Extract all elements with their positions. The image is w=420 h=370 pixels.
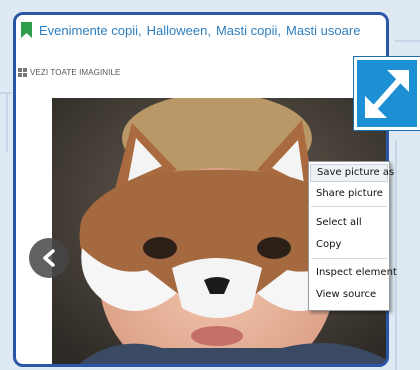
expand-arrows-icon xyxy=(365,70,409,118)
menu-item-copy[interactable]: Copy xyxy=(316,236,389,254)
tag-separator: , xyxy=(138,22,142,38)
background-line xyxy=(395,40,420,42)
background-line xyxy=(395,140,397,370)
tag-bar: Evenimente copii, Halloween, Masti copii… xyxy=(16,15,386,45)
menu-item-share-picture[interactable]: Share picture xyxy=(316,185,389,203)
tag-separator: , xyxy=(277,22,281,38)
fullscreen-expand-button[interactable] xyxy=(354,57,420,130)
tag-link[interactable]: Masti copii xyxy=(216,23,277,38)
view-all-images-label: VEZI TOATE IMAGINILE xyxy=(30,68,121,77)
menu-separator xyxy=(311,258,387,259)
chevron-left-icon xyxy=(43,249,55,267)
menu-item-select-all[interactable]: Select all xyxy=(316,214,389,232)
previous-image-button[interactable] xyxy=(29,238,69,278)
menu-item-save-picture[interactable]: Save picture as xyxy=(310,164,394,182)
tag-link[interactable]: Evenimente copii xyxy=(39,23,138,38)
tag-separator: , xyxy=(207,22,211,38)
background-line xyxy=(6,92,8,152)
menu-separator xyxy=(311,206,387,207)
view-all-images-link[interactable]: VEZI TOATE IMAGINILE xyxy=(18,68,120,77)
menu-item-inspect-element[interactable]: Inspect element xyxy=(316,264,397,282)
tag-link[interactable]: Masti usoare xyxy=(286,23,360,38)
tag-icon xyxy=(21,22,32,38)
menu-item-view-source[interactable]: View source xyxy=(316,286,389,304)
grid-icon xyxy=(18,68,27,77)
tag-link[interactable]: Halloween xyxy=(147,23,208,38)
context-menu: Save picture as Share picture Select all… xyxy=(308,161,397,311)
